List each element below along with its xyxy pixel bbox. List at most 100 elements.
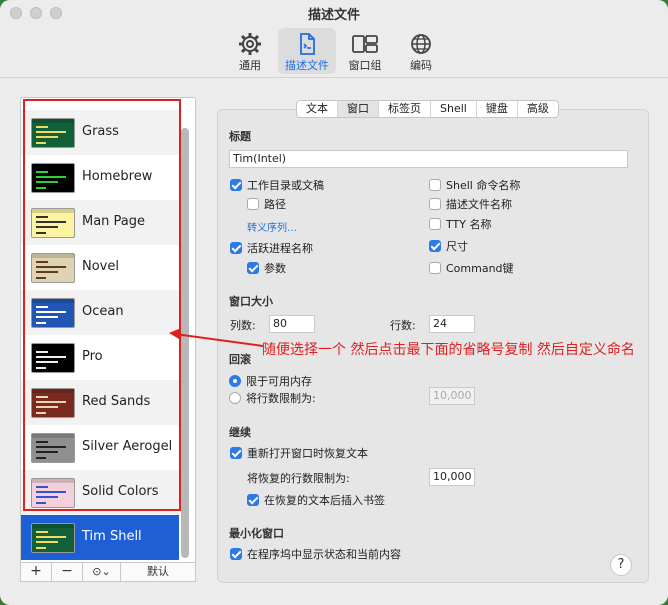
preferences-window: 描述文件 通用 描述文件 窗口组 编码 Grass Homebrew Man P… <box>0 0 668 605</box>
profile-name-checkbox[interactable]: 描述文件名称 <box>429 196 512 212</box>
working-dir-checkbox[interactable]: 工作目录或文稿 <box>230 177 324 193</box>
checkbox-unchecked-icon <box>429 262 441 274</box>
profile-item[interactable]: Red Sands <box>21 380 179 425</box>
shell-command-checkbox[interactable]: Shell 命令名称 <box>429 177 520 193</box>
tab-window[interactable]: 窗口 <box>338 101 379 117</box>
tab-tabs[interactable]: 标签页 <box>379 101 431 117</box>
tab-advanced[interactable]: 高级 <box>518 101 558 117</box>
toolbar-profiles[interactable]: 描述文件 <box>278 28 336 74</box>
profile-name-label: 描述文件名称 <box>446 198 512 211</box>
window-group-icon <box>352 35 378 53</box>
rows-field[interactable]: 24 <box>429 315 475 333</box>
rows-label: 行数: <box>390 319 416 332</box>
set-default-button[interactable]: 默认 <box>121 563 195 581</box>
profile-name: Ocean <box>82 304 124 319</box>
add-profile-button[interactable]: + <box>21 563 52 581</box>
annotation-arrow-icon <box>169 328 264 347</box>
toolbar-profiles-label: 描述文件 <box>285 59 329 72</box>
scrollback-heading: 回滚 <box>229 353 251 366</box>
title-bar: 描述文件 通用 描述文件 窗口组 编码 <box>0 0 668 78</box>
profile-actions-menu[interactable]: ⊙⌄ <box>83 563 121 581</box>
checkbox-unchecked-icon <box>429 179 441 191</box>
profile-name: Grass <box>82 124 119 139</box>
insert-bookmark-label: 在恢复的文本后插入书签 <box>264 494 385 507</box>
profile-thumbnail <box>31 478 75 508</box>
profile-thumbnail <box>31 388 75 418</box>
restore-limit-field[interactable]: 10,000 <box>429 468 475 486</box>
profile-thumbnail <box>31 253 75 283</box>
insert-bookmark-checkbox[interactable]: 在恢复的文本后插入书签 <box>247 492 385 508</box>
restore-text-label: 重新打开窗口时恢复文本 <box>247 447 368 460</box>
checkbox-checked-icon <box>230 447 242 459</box>
globe-icon <box>411 34 431 54</box>
columns-field[interactable]: 80 <box>269 315 315 333</box>
tty-checkbox[interactable]: TTY 名称 <box>429 216 491 232</box>
toolbar-encodings-label: 编码 <box>410 59 432 72</box>
tab-shell[interactable]: Shell <box>431 101 477 117</box>
toolbar-general[interactable]: 通用 <box>221 28 279 74</box>
gear-icon <box>239 33 261 55</box>
limit-memory-label: 限于可用内存 <box>246 375 312 388</box>
toolbar-window-groups-label: 窗口组 <box>348 59 382 72</box>
window-title-field[interactable]: Tim(Intel) <box>229 150 628 168</box>
active-process-checkbox[interactable]: 活跃进程名称 <box>230 240 313 256</box>
settings-tabs: 文本 窗口 标签页 Shell 键盘 高级 <box>296 100 559 118</box>
profile-item[interactable]: Homebrew <box>21 155 179 200</box>
show-status-checkbox[interactable]: 在程序坞中显示状态和当前内容 <box>230 546 401 562</box>
profile-item[interactable]: Novel <box>21 245 179 290</box>
window-size-heading: 窗口大小 <box>229 295 273 308</box>
toolbar-window-groups[interactable]: 窗口组 <box>336 28 394 74</box>
checkbox-unchecked-icon <box>429 198 441 210</box>
path-label: 路径 <box>264 198 286 211</box>
checkbox-checked-icon <box>247 494 259 506</box>
scrollback-rows-field[interactable]: 10,000 <box>429 387 475 405</box>
profile-name: Silver Aerogel <box>82 439 173 454</box>
profile-thumbnail <box>31 208 75 238</box>
profile-item[interactable]: Pro <box>21 335 179 380</box>
window-title: 描述文件 <box>307 8 360 23</box>
remove-profile-button[interactable]: − <box>52 563 83 581</box>
checkbox-checked-icon <box>230 242 242 254</box>
tty-label: TTY 名称 <box>446 218 492 231</box>
limit-rows-label: 将行数限制为: <box>246 392 316 405</box>
profile-thumbnail <box>31 433 75 463</box>
path-checkbox[interactable]: 路径 <box>247 196 286 212</box>
profile-item[interactable]: Solid Colors <box>21 470 179 515</box>
annotation-text: 随便选择一个 然后点击最下面的省略号复制 然后自定义命名 <box>262 342 635 358</box>
command-key-checkbox[interactable]: Command键 <box>429 260 514 276</box>
profile-name: Pro <box>82 349 103 364</box>
tab-keyboard[interactable]: 键盘 <box>477 101 518 117</box>
profile-name: Homebrew <box>82 169 153 184</box>
help-button[interactable]: ? <box>610 554 632 576</box>
checkbox-checked-icon <box>230 179 242 191</box>
restore-limit-label: 将恢复的行数限制为: <box>247 472 350 485</box>
size-checkbox[interactable]: 尺寸 <box>429 238 468 254</box>
command-key-label: Command键 <box>446 262 514 275</box>
checkbox-unchecked-icon <box>429 218 441 230</box>
profile-item[interactable]: Grass <box>21 110 179 155</box>
escape-sequence-link[interactable]: 转义序列… <box>247 219 297 234</box>
show-status-label: 在程序坞中显示状态和当前内容 <box>247 548 401 561</box>
arguments-label: 参数 <box>264 262 286 275</box>
profile-item[interactable]: Tim Shell <box>21 515 179 560</box>
profile-item[interactable]: Silver Aerogel <box>21 425 179 470</box>
checkbox-checked-icon <box>429 240 441 252</box>
limit-memory-radio[interactable]: 限于可用内存 <box>229 373 312 389</box>
limit-rows-radio[interactable]: 将行数限制为: <box>229 390 316 406</box>
checkbox-checked-icon <box>247 262 259 274</box>
profile-thumbnail <box>31 343 75 373</box>
title-section-heading: 标题 <box>229 130 251 143</box>
profile-item[interactable]: Ocean <box>21 290 179 335</box>
restore-text-checkbox[interactable]: 重新打开窗口时恢复文本 <box>230 445 368 461</box>
toolbar-encodings[interactable]: 编码 <box>392 28 450 74</box>
radio-unselected-icon <box>229 392 241 404</box>
checkbox-unchecked-icon <box>247 198 259 210</box>
document-icon <box>300 33 315 55</box>
tab-text[interactable]: 文本 <box>297 101 338 117</box>
profile-thumbnail <box>31 523 75 553</box>
profile-item[interactable]: Man Page <box>21 200 179 245</box>
checkbox-checked-icon <box>230 548 242 560</box>
toolbar-general-label: 通用 <box>239 59 261 72</box>
arguments-checkbox[interactable]: 参数 <box>247 260 286 276</box>
radio-selected-icon <box>229 375 241 387</box>
